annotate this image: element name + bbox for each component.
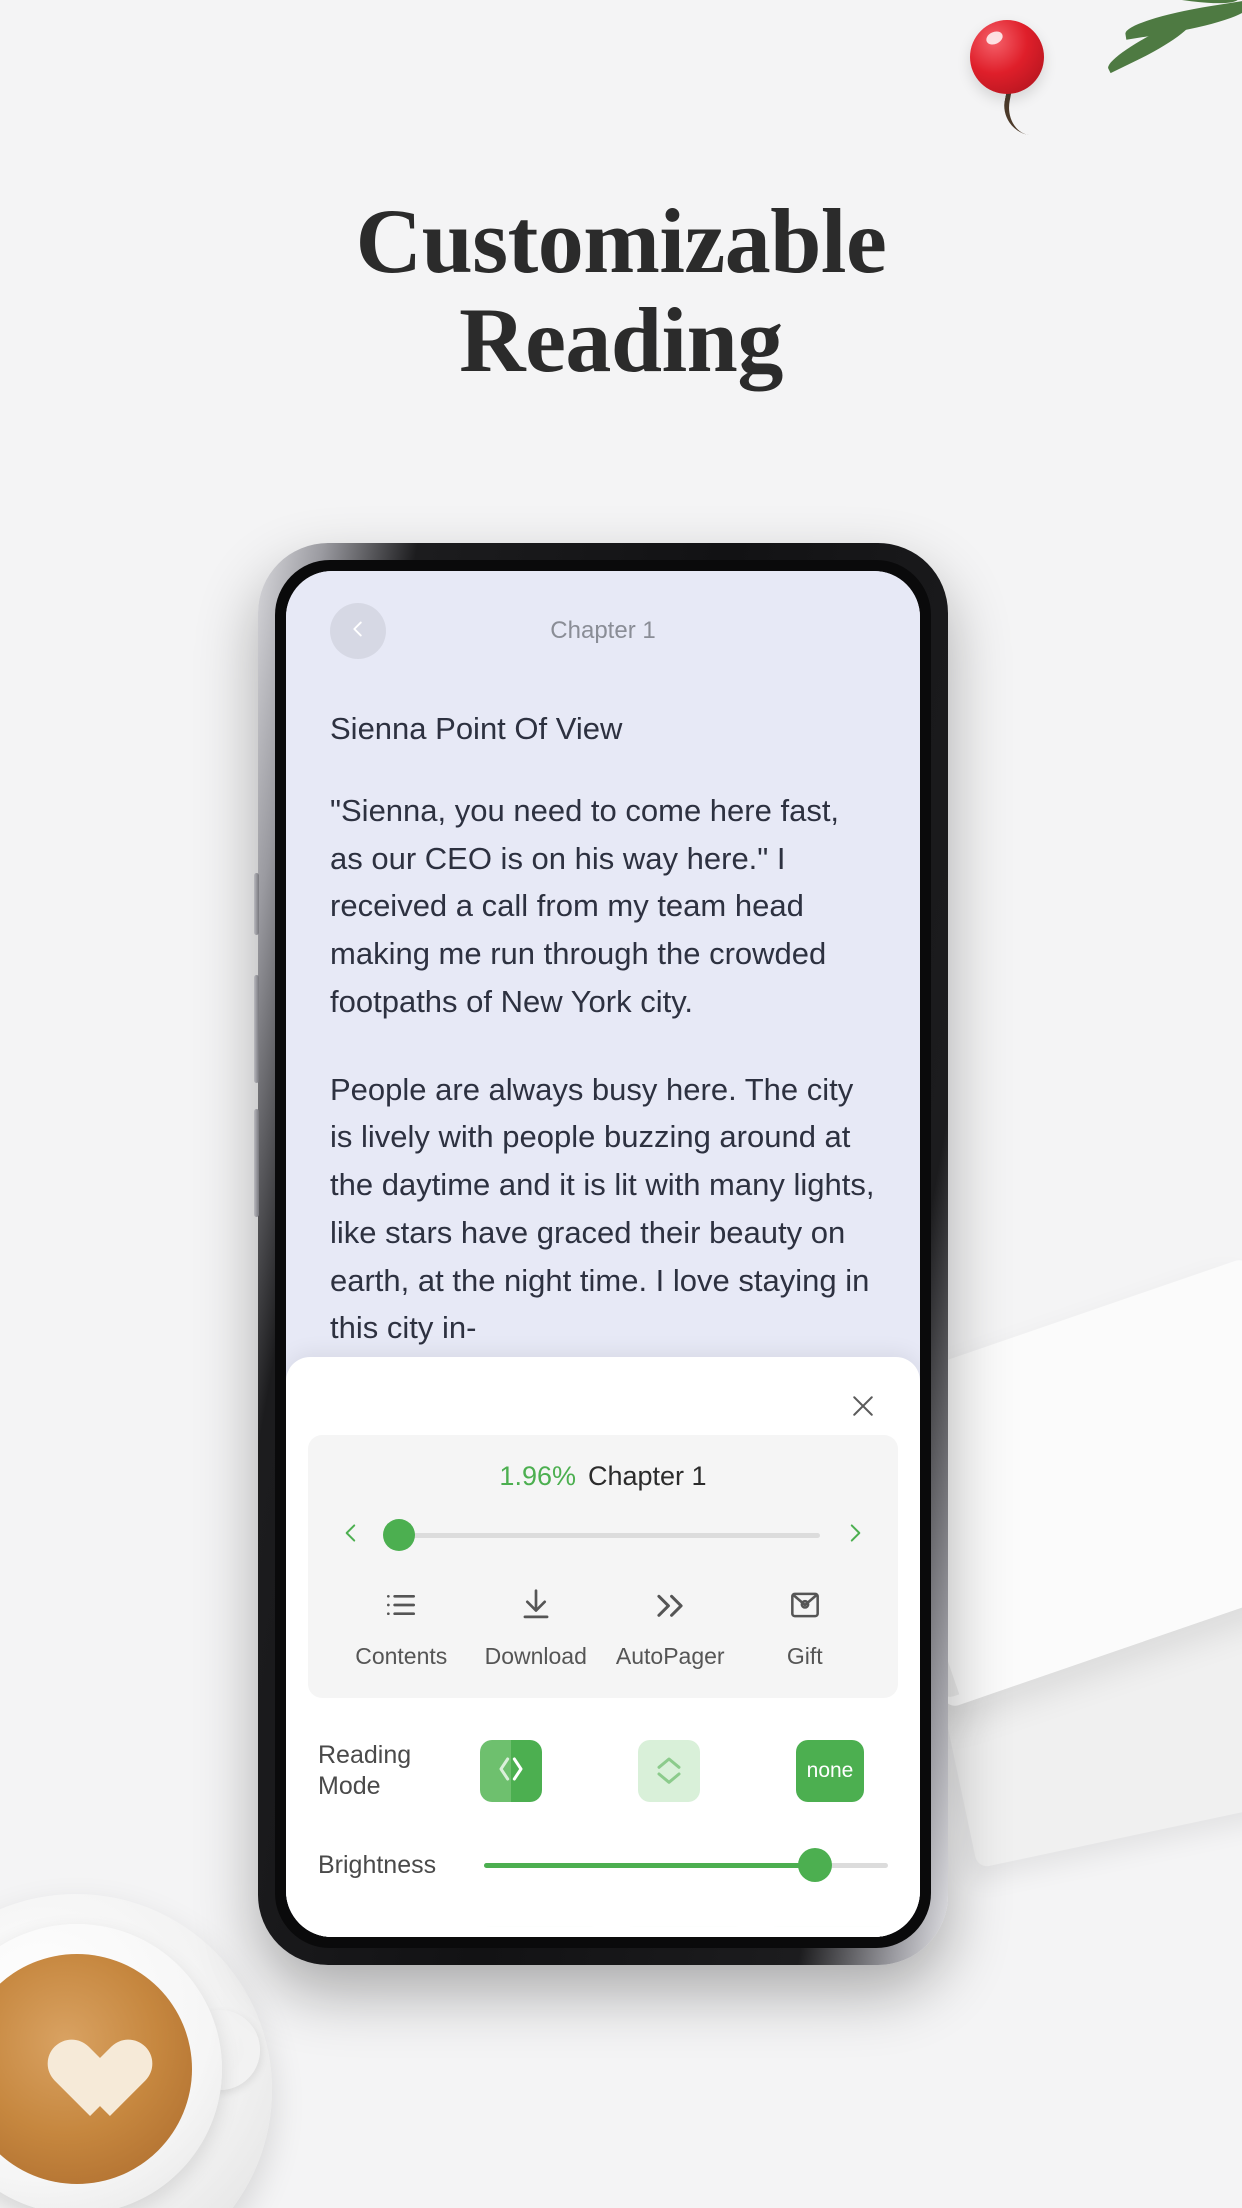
reader-header: Chapter 1 xyxy=(330,571,876,691)
phone-bezel: Chapter 1 Sienna Point Of View "Sienna, … xyxy=(275,560,931,1948)
setting-row-reading-mode: Reading Mode none xyxy=(318,1724,888,1818)
slider-thumb[interactable] xyxy=(383,1519,416,1551)
progress-chapter: Chapter 1 xyxy=(587,1461,707,1491)
download-icon xyxy=(517,1586,555,1629)
toolbar-item-gift[interactable]: Gift xyxy=(738,1586,873,1670)
cherry-decoration xyxy=(912,0,1242,200)
setting-row-font: Font Large Medium Small xyxy=(318,1912,888,1937)
toolbar-label: Download xyxy=(484,1643,587,1669)
setting-label: Reading Mode xyxy=(318,1741,412,1800)
setting-row-brightness: Brightness xyxy=(318,1818,888,1912)
toolbar-item-download[interactable]: Download xyxy=(469,1586,604,1670)
list-icon xyxy=(382,1586,420,1629)
toolbar-label: AutoPager xyxy=(615,1643,725,1669)
font-size-medium-button[interactable]: Medium xyxy=(623,1926,745,1937)
reader-settings-sheet: 1.96% Chapter 1 Contents Download AutoPa… xyxy=(286,1357,920,1937)
chevron-right-icon xyxy=(842,1520,868,1551)
latte-art-heart xyxy=(32,2008,124,2092)
setting-label: Brightness xyxy=(318,1850,437,1879)
phone-button-volume-down[interactable] xyxy=(254,1109,259,1217)
book-paragraph: "Sienna, you need to come here fast, as … xyxy=(330,793,840,1019)
reader-chapter-title: Chapter 1 xyxy=(550,617,656,644)
phone-screen: Chapter 1 Sienna Point Of View "Sienna, … xyxy=(286,571,920,1937)
book-paragraph: People are always busy here. The city is… xyxy=(330,1071,875,1346)
close-sheet-button[interactable] xyxy=(842,1387,884,1429)
chapter-progress-slider[interactable] xyxy=(383,1519,820,1551)
slider-fill xyxy=(484,1862,816,1868)
reader-toolbar: Contents Download AutoPager Gift xyxy=(334,1586,872,1674)
phone-mockup: Chapter 1 Sienna Point Of View "Sienna, … xyxy=(254,543,948,1965)
chevron-left-icon xyxy=(338,1520,364,1551)
font-size-small-button[interactable]: Small xyxy=(766,1926,888,1937)
page-title-line1: Customizable xyxy=(355,190,887,292)
settings-list: Reading Mode none Brightness xyxy=(318,1724,888,1937)
progress-percent: 1.96% xyxy=(499,1461,576,1491)
font-size-large-button[interactable]: Large xyxy=(480,1926,602,1937)
chapter-slider-row xyxy=(334,1518,872,1552)
toolbar-label: Contents xyxy=(355,1643,448,1669)
progress-header: 1.96% Chapter 1 xyxy=(334,1461,872,1492)
close-icon xyxy=(848,1391,878,1426)
page-title-line2: Reading xyxy=(459,289,783,392)
double-chevron-right-icon xyxy=(651,1586,689,1629)
reading-mode-none-label: none xyxy=(806,1759,854,1782)
horizontal-page-turn-icon xyxy=(491,1749,531,1794)
vertical-scroll-icon xyxy=(649,1749,689,1794)
toolbar-item-autopager[interactable]: AutoPager xyxy=(603,1586,738,1670)
next-chapter-button[interactable] xyxy=(838,1518,872,1552)
gift-envelope-icon xyxy=(786,1586,824,1629)
progress-card: 1.96% Chapter 1 Contents Download AutoPa… xyxy=(308,1435,898,1698)
reading-mode-none-button[interactable]: none xyxy=(796,1740,864,1802)
previous-chapter-button[interactable] xyxy=(334,1518,368,1552)
toolbar-item-contents[interactable]: Contents xyxy=(334,1586,469,1670)
page-title: Customizable Reading xyxy=(0,190,1242,392)
phone-button-silent[interactable] xyxy=(254,873,259,935)
cherry-fruit xyxy=(970,20,1044,94)
book-section-heading: Sienna Point Of View xyxy=(330,711,623,746)
reading-mode-vertical-button[interactable] xyxy=(638,1740,700,1802)
reading-mode-horizontal-button[interactable] xyxy=(480,1740,542,1802)
phone-button-volume-up[interactable] xyxy=(254,975,259,1083)
toolbar-label: Gift xyxy=(786,1643,823,1669)
brightness-slider[interactable] xyxy=(484,1848,888,1882)
slider-thumb[interactable] xyxy=(798,1848,833,1882)
